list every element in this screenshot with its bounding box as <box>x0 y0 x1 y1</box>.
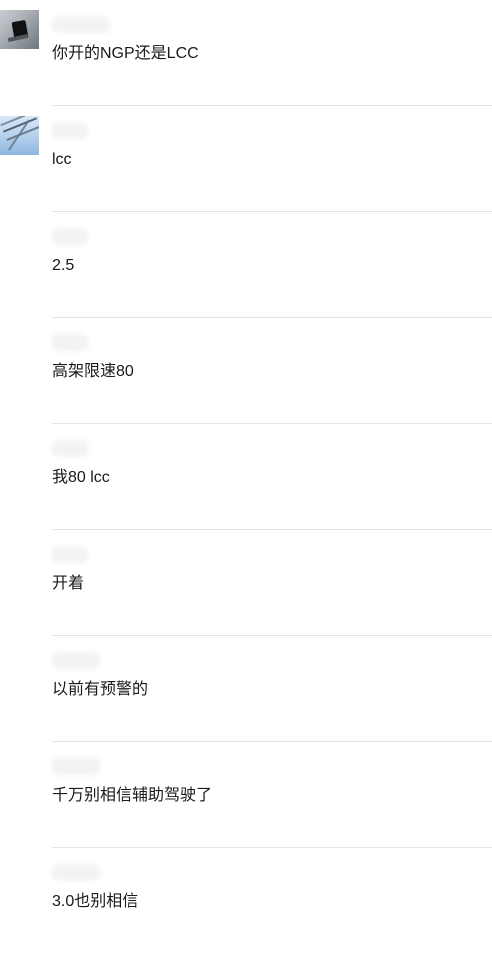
username[interactable] <box>52 546 88 563</box>
comment-text: lcc <box>52 151 72 168</box>
username[interactable] <box>52 228 88 245</box>
comment-text: 以前有预警的 <box>52 681 149 698</box>
avatar[interactable] <box>0 116 39 155</box>
comment-item: 你开的NGP还是LCC <box>0 0 492 106</box>
comment-text: 我80 lcc <box>52 469 110 486</box>
comment-text: 你开的NGP还是LCC <box>52 45 199 62</box>
comment-item: 高架限速80 <box>0 318 492 424</box>
comment-text: 开着 <box>52 575 85 592</box>
username[interactable] <box>52 864 100 881</box>
comment-text: 3.0也别相信 <box>52 893 139 910</box>
username[interactable] <box>52 16 110 33</box>
username[interactable] <box>52 122 88 139</box>
comment-item: 以前有预警的 <box>0 636 492 742</box>
username[interactable] <box>52 334 88 351</box>
avatar[interactable] <box>0 10 39 49</box>
comment-item: lcc <box>0 106 492 212</box>
comment-item: 千万别相信辅助驾驶了 <box>0 742 492 848</box>
comment-thread: 你开的NGP还是LCC lcc 2.5 高架限速80 我80 lcc 开着 以前… <box>0 0 492 913</box>
comment-item: 我80 lcc <box>0 424 492 530</box>
username[interactable] <box>52 652 100 669</box>
comment-text: 2.5 <box>52 257 75 274</box>
comment-item: 2.5 <box>0 212 492 318</box>
comment-text: 高架限速80 <box>52 363 134 380</box>
username[interactable] <box>52 440 88 457</box>
comment-item: 开着 <box>0 530 492 636</box>
comment-item: 3.0也别相信 <box>0 848 492 954</box>
username[interactable] <box>52 758 100 775</box>
comment-text: 千万别相信辅助驾驶了 <box>52 787 213 804</box>
